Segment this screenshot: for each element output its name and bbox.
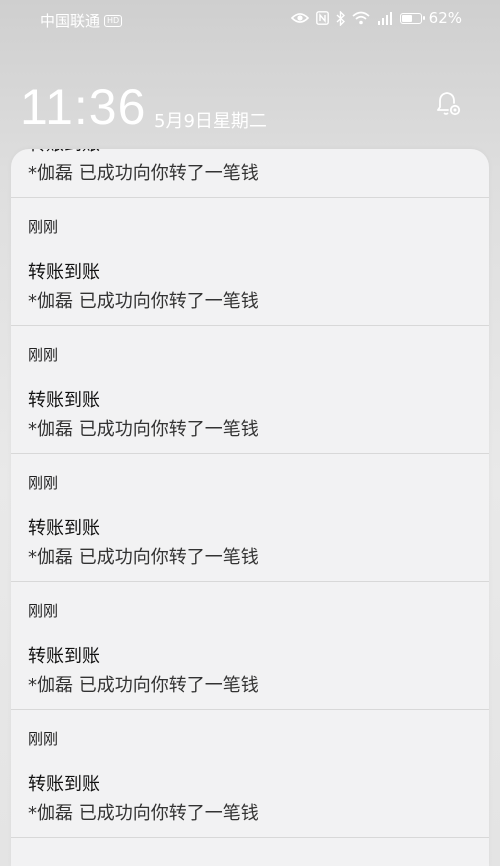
notification-title: 转账到账: [28, 774, 100, 795]
notification-body: *伽磊 已成功向你转了一笔钱: [28, 419, 259, 440]
signal-icon: [377, 11, 393, 25]
notification-body: *伽磊 已成功向你转了一笔钱: [28, 675, 259, 696]
notification-card[interactable]: 刚刚转账到账 *伽磊 已成功向你转了一笔钱: [11, 454, 489, 582]
clock-date: 5月9日星期二: [154, 111, 267, 132]
notification-time: 刚刚: [28, 602, 59, 620]
carrier-name: 中国联通: [40, 12, 101, 30]
bluetooth-icon: [336, 10, 345, 26]
status-bar: 中国联通 HD 62%: [0, 0, 500, 40]
notification-body: *伽磊 已成功向你转了一笔钱: [28, 803, 259, 824]
notification-time: 刚刚: [28, 346, 59, 364]
notification-card[interactable]: 刚刚转账到账 *伽磊 已成功向你转了一笔钱: [11, 326, 489, 454]
battery-percent: 62%: [428, 9, 462, 27]
status-icons: 62%: [290, 9, 462, 27]
notification-title: 转账到账: [28, 646, 100, 667]
notification-title: 转账到账: [28, 149, 100, 156]
wifi-icon: [352, 11, 370, 25]
notification-time: 刚刚: [28, 730, 59, 748]
clock-time: 11:36: [20, 79, 147, 135]
notification-body: *伽磊 已成功向你转了一笔钱: [28, 547, 259, 568]
notification-body: *伽磊 已成功向你转了一笔钱: [28, 163, 259, 184]
notification-list: 刚刚转账到账*伽磊 已成功向你转了一笔钱刚刚转账到账*伽磊 已成功向你转了一笔钱…: [11, 149, 489, 838]
lockscreen-clock: 11:36 5月9日星期二: [20, 78, 480, 138]
nfc-icon: [315, 11, 329, 25]
notification-card[interactable]: 刚刚转账到账 *伽磊 已成功向你转了一笔钱: [11, 198, 489, 326]
battery-icon: [399, 12, 425, 24]
carrier-info: 中国联通 HD: [40, 10, 123, 31]
notification-title: 转账到账: [28, 262, 100, 283]
notification-title: 转账到账: [28, 518, 100, 539]
notification-card[interactable]: 刚刚转账到账*伽磊 已成功向你转了一笔钱: [11, 149, 489, 198]
eye-comfort-icon: [290, 12, 309, 24]
notification-card[interactable]: 刚刚转账到账 *伽磊 已成功向你转了一笔钱: [11, 582, 489, 710]
notification-time: 刚刚: [28, 474, 59, 492]
notification-body: *伽磊 已成功向你转了一笔钱: [28, 291, 259, 312]
notification-title: 转账到账: [28, 390, 100, 411]
notification-settings-icon[interactable]: [432, 88, 464, 120]
notification-card[interactable]: 刚刚转账到账 *伽磊 已成功向你转了一笔钱: [11, 710, 489, 838]
notification-panel[interactable]: 刚刚转账到账*伽磊 已成功向你转了一笔钱刚刚转账到账*伽磊 已成功向你转了一笔钱…: [11, 149, 489, 866]
notification-time: 刚刚: [28, 218, 59, 236]
hd-badge: HD: [104, 14, 123, 27]
